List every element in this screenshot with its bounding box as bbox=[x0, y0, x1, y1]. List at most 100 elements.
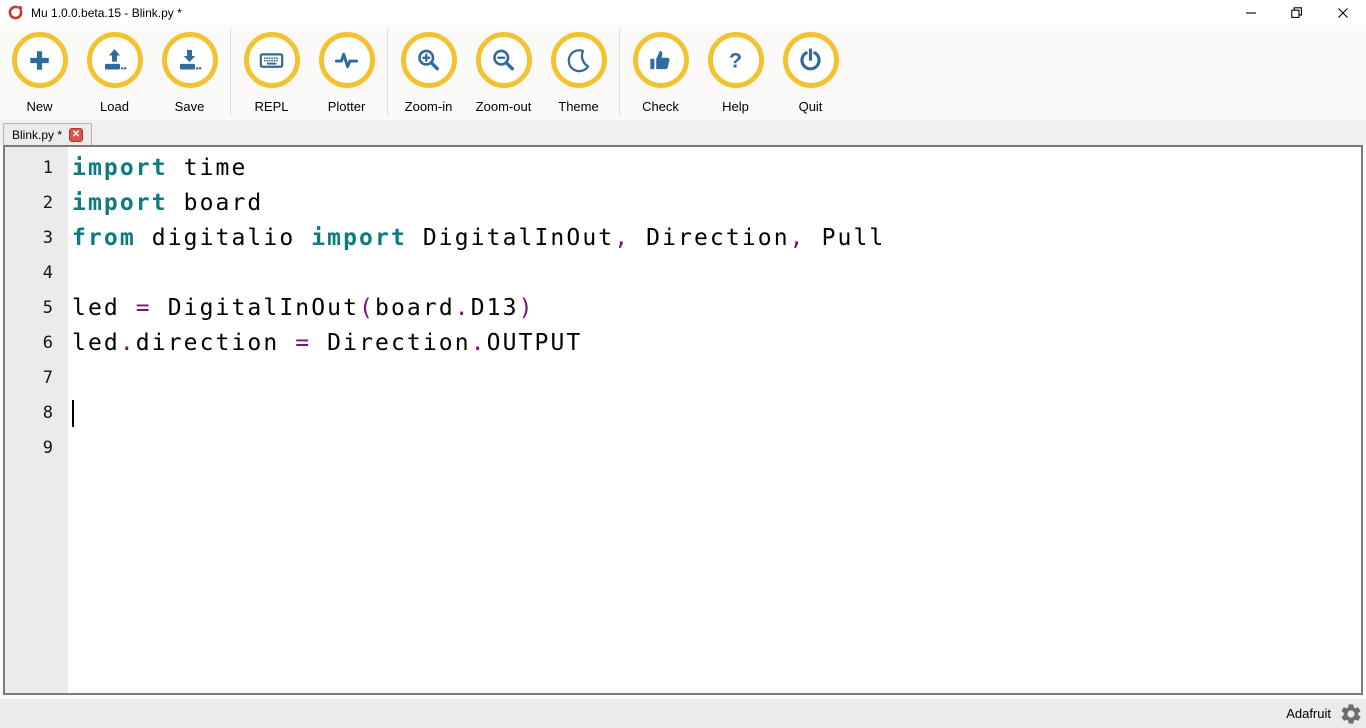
save-button-circle bbox=[162, 32, 218, 88]
title-bar: Mu 1.0.0.beta.15 - Blink.py * bbox=[0, 0, 1366, 25]
toolbar-group: New Load Save bbox=[2, 25, 227, 114]
save-button[interactable]: Save bbox=[152, 25, 227, 114]
code-token-operator: . bbox=[120, 330, 136, 356]
tab-blink-py[interactable]: Blink.py * ✕ bbox=[3, 123, 92, 145]
plotter-button[interactable]: Plotter bbox=[309, 25, 384, 114]
repl-button-circle bbox=[244, 32, 300, 88]
help-button-label: Help bbox=[722, 99, 749, 114]
mu-editor-window: Mu 1.0.0.beta.15 - Blink.py * New Load Sav… bbox=[0, 0, 1366, 728]
gear-icon bbox=[1339, 702, 1363, 726]
quit-button[interactable]: Quit bbox=[773, 25, 848, 114]
line-number: 4 bbox=[5, 256, 68, 291]
code-token-operator: ) bbox=[519, 295, 535, 321]
text-cursor bbox=[72, 400, 74, 427]
new-button-label: New bbox=[26, 99, 52, 114]
code-token-plain: Direction bbox=[311, 330, 470, 356]
load-button-circle bbox=[87, 32, 143, 88]
code-token-plain: board bbox=[168, 190, 264, 216]
code-token-plain: DigitalInOut bbox=[152, 295, 359, 321]
line-number: 2 bbox=[5, 186, 68, 221]
quit-button-label: Quit bbox=[799, 99, 823, 114]
tab-label: Blink.py * bbox=[12, 128, 62, 142]
zoom-out-icon bbox=[490, 47, 517, 74]
code-line-5[interactable]: led = DigitalInOut(board.D13) bbox=[72, 291, 1361, 326]
device-mode-label: Adafruit bbox=[1286, 706, 1331, 721]
code-token-operator: = bbox=[295, 330, 311, 356]
code-token-keyword: import bbox=[72, 190, 168, 216]
toolbar-group: Check? Help Quit bbox=[623, 25, 848, 114]
restore-window-button[interactable] bbox=[1274, 0, 1320, 25]
code-token-plain: direction bbox=[136, 330, 295, 356]
close-window-button[interactable] bbox=[1320, 0, 1366, 25]
zoom-in-button[interactable]: Zoom-in bbox=[391, 25, 466, 114]
tab-close-icon[interactable]: ✕ bbox=[69, 128, 83, 142]
code-line-3[interactable]: from digitalio import DigitalInOut, Dire… bbox=[72, 221, 1361, 256]
check-button-label: Check bbox=[642, 99, 679, 114]
code-line-4[interactable] bbox=[72, 256, 1361, 291]
toolbar-group: REPLPlotter bbox=[234, 25, 384, 114]
editor-pane[interactable]: 123456789 import timeimport boardfrom di… bbox=[3, 145, 1363, 695]
line-number: 5 bbox=[5, 291, 68, 326]
code-token-plain: D13 bbox=[471, 295, 519, 321]
line-number-gutter: 123456789 bbox=[5, 147, 68, 693]
line-number: 6 bbox=[5, 326, 68, 361]
gear-icon[interactable] bbox=[1339, 702, 1363, 726]
help-question-icon: ? bbox=[722, 47, 749, 74]
toolbar-separator bbox=[387, 28, 388, 116]
code-line-2[interactable]: import board bbox=[72, 186, 1361, 221]
code-line-8[interactable] bbox=[72, 396, 1361, 431]
code-token-keyword: from bbox=[72, 225, 136, 251]
code-line-7[interactable] bbox=[72, 361, 1361, 396]
load-button-label: Load bbox=[100, 99, 129, 114]
line-number: 7 bbox=[5, 361, 68, 396]
repl-keyboard-icon bbox=[258, 47, 285, 74]
minimize-window-button[interactable] bbox=[1228, 0, 1274, 25]
code-token-operator: . bbox=[455, 295, 471, 321]
theme-button-circle bbox=[551, 32, 607, 88]
new-plus-icon bbox=[26, 47, 53, 74]
toolbar: New Load Save REPLPlotter Zoom-in Zoom-out The… bbox=[0, 25, 1366, 120]
code-token-operator: = bbox=[136, 295, 152, 321]
window-controls bbox=[1228, 0, 1366, 25]
new-button-circle bbox=[12, 32, 68, 88]
line-number: 1 bbox=[5, 151, 68, 186]
check-button[interactable]: Check bbox=[623, 25, 698, 114]
line-number: 3 bbox=[5, 221, 68, 256]
zoom-out-button-label: Zoom-out bbox=[476, 99, 532, 114]
code-area[interactable]: import timeimport boardfrom digitalio im… bbox=[68, 147, 1361, 693]
toolbar-separator bbox=[619, 28, 620, 116]
code-token-plain: Pull bbox=[806, 225, 886, 251]
minimize-icon bbox=[1245, 7, 1257, 19]
code-token-operator: ( bbox=[359, 295, 375, 321]
code-token-plain: time bbox=[168, 155, 248, 181]
code-token-plain: led bbox=[72, 295, 136, 321]
code-line-9[interactable] bbox=[72, 431, 1361, 466]
plotter-button-circle bbox=[319, 32, 375, 88]
code-line-1[interactable]: import time bbox=[72, 151, 1361, 186]
code-token-plain: OUTPUT bbox=[487, 330, 583, 356]
save-button-label: Save bbox=[175, 99, 205, 114]
close-icon bbox=[1337, 7, 1349, 19]
zoom-out-button[interactable]: Zoom-out bbox=[466, 25, 541, 114]
zoom-out-button-circle bbox=[476, 32, 532, 88]
load-button[interactable]: Load bbox=[77, 25, 152, 114]
save-download-icon bbox=[176, 47, 203, 74]
code-token-plain: Direction bbox=[630, 225, 789, 251]
zoom-in-button-label: Zoom-in bbox=[405, 99, 453, 114]
new-button[interactable]: New bbox=[2, 25, 77, 114]
window-title: Mu 1.0.0.beta.15 - Blink.py * bbox=[31, 6, 182, 20]
toolbar-group: Zoom-in Zoom-out Theme bbox=[391, 25, 616, 114]
code-line-6[interactable]: led.direction = Direction.OUTPUT bbox=[72, 326, 1361, 361]
code-token-operator: , bbox=[614, 225, 630, 251]
quit-button-circle bbox=[783, 32, 839, 88]
repl-button[interactable]: REPL bbox=[234, 25, 309, 114]
mu-logo bbox=[7, 4, 24, 21]
mu-logo bbox=[7, 4, 24, 21]
code-token-plain: digitalio bbox=[136, 225, 311, 251]
code-token-plain: board bbox=[375, 295, 455, 321]
zoom-in-icon bbox=[415, 47, 442, 74]
line-number: 9 bbox=[5, 431, 68, 466]
help-button[interactable]: ? Help bbox=[698, 25, 773, 114]
check-thumbs-up-icon bbox=[647, 47, 674, 74]
theme-button[interactable]: Theme bbox=[541, 25, 616, 114]
